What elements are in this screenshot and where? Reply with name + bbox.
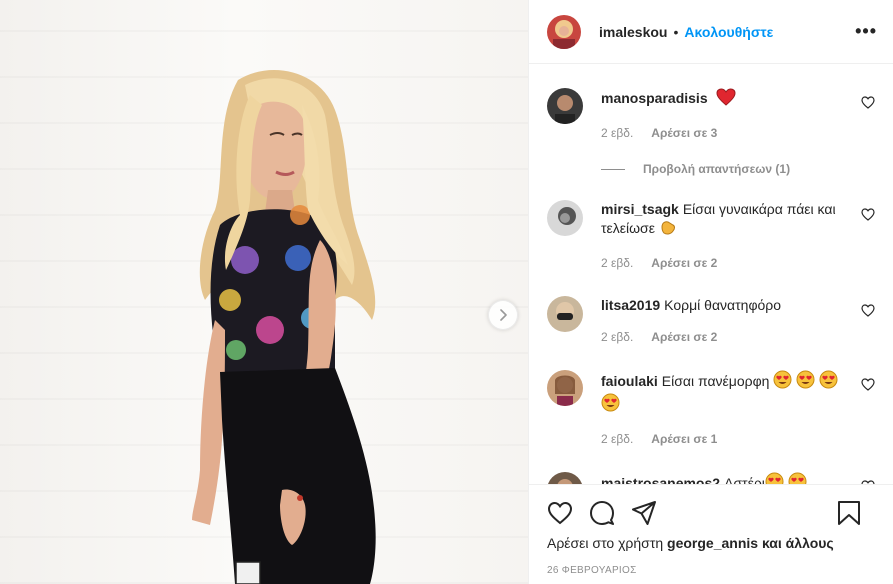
comment-body: mirsi_tsagk Είσαι γυναικάρα πάει και τελε… (601, 200, 841, 272)
view-replies-button[interactable]: Προβολή απαντήσεων (1) (601, 162, 877, 176)
ellipsis-icon[interactable]: ••• (855, 21, 877, 42)
comment-item: maistrosanemos2 Αστέρι (547, 448, 877, 484)
heart-eyes-emoji (796, 370, 815, 393)
red-heart-emoji (715, 88, 736, 110)
comment-like-heart-icon[interactable] (861, 96, 875, 112)
comment-item: litsa2019 Κορμί θανατηφόρο 2 εβδ. Αρέσει … (547, 272, 877, 346)
comment-item: mirsi_tsagk Είσαι γυναικάρα πάει και τελε… (547, 176, 877, 272)
heart-eyes-emoji (601, 393, 620, 416)
comment-like-heart-icon[interactable] (861, 208, 875, 224)
follow-button[interactable]: Ακολουθήστε (684, 24, 773, 40)
post-side-panel: imaleskou • Ακολουθήστε ••• manosparadis… (528, 0, 893, 584)
comment-likes[interactable]: Αρέσει σε 3 (651, 124, 717, 142)
comment-username[interactable]: manosparadisis (601, 90, 708, 106)
comment-like-heart-icon[interactable] (861, 480, 875, 484)
next-image-button[interactable] (488, 300, 518, 330)
heart-icon[interactable] (547, 501, 573, 525)
post-header: imaleskou • Ακολουθήστε ••• (529, 0, 893, 64)
heart-eyes-emoji (819, 370, 838, 393)
comment-body: maistrosanemos2 Αστέρι (601, 472, 841, 484)
paper-plane-icon[interactable] (631, 500, 657, 526)
replies-divider (601, 168, 625, 170)
comment-body: manosparadisis 2 εβδ. Αρέσει σε 3 (601, 88, 841, 142)
commenter-avatar[interactable] (547, 370, 583, 406)
photo-woman-illustration (192, 70, 376, 584)
comment-time[interactable]: 2 εβδ. (601, 254, 633, 272)
heart-eyes-emoji (765, 472, 784, 484)
comment-meta: 2 εβδ. Αρέσει σε 3 (601, 124, 841, 142)
post-photo[interactable] (0, 0, 528, 584)
likes-user-link[interactable]: george_annis (667, 535, 758, 551)
likes-others-link[interactable]: και άλλους (762, 535, 834, 551)
view-replies-label: Προβολή απαντήσεων (1) (643, 162, 791, 176)
comment-body: faioulaki Είσαι πανέμορφη 2 εβδ. Αρέσει σ… (601, 370, 841, 448)
instagram-post: imaleskou • Ακολουθήστε ••• manosparadis… (0, 0, 893, 584)
author-avatar[interactable] (547, 14, 581, 49)
bookmark-icon[interactable] (837, 500, 861, 526)
comment-time[interactable]: 2 εβδ. (601, 328, 633, 346)
header-separator: • (673, 23, 679, 40)
comment-like-heart-icon[interactable] (861, 378, 875, 394)
heart-eyes-emoji (788, 472, 807, 484)
action-bar (547, 485, 877, 541)
post-actions: Αρέσει στο χρήστη george_annis και άλλου… (529, 484, 893, 584)
comment-meta: 2 εβδ. Αρέσει σε 2 (601, 254, 841, 272)
heart-eyes-emoji (773, 370, 792, 393)
likes-prefix: Αρέσει στο χρήστη (547, 535, 664, 551)
comment-username[interactable]: faioulaki (601, 373, 658, 389)
comment-item: manosparadisis 2 εβδ. Αρέσει σε 3 (547, 64, 877, 142)
commenter-avatar[interactable] (547, 200, 583, 236)
comment-username[interactable]: mirsi_tsagk (601, 201, 679, 217)
commenter-avatar[interactable] (547, 88, 583, 124)
comment-likes[interactable]: Αρέσει σε 2 (651, 328, 717, 346)
author-username[interactable]: imaleskou (599, 24, 667, 40)
likes-summary: Αρέσει στο χρήστη george_annis και άλλου… (547, 535, 877, 551)
post-date[interactable]: 26 ΦΕΒΡΟΥΑΡΙΟΣ (547, 565, 877, 576)
comments-list[interactable]: manosparadisis 2 εβδ. Αρέσει σε 3 Προβολ… (529, 64, 893, 484)
comment-username[interactable]: litsa2019 (601, 297, 660, 313)
comment-text: Αστέρι (724, 475, 765, 484)
comment-item: faioulaki Είσαι πανέμορφη 2 εβδ. Αρέσει σ… (547, 346, 877, 448)
comment-text: Κορμί θανατηφόρο (664, 297, 782, 313)
comment-meta: 2 εβδ. Αρέσει σε 2 (601, 328, 841, 346)
comment-likes[interactable]: Αρέσει σε 1 (651, 430, 717, 448)
comment-username[interactable]: maistrosanemos2 (601, 475, 720, 484)
commenter-avatar[interactable] (547, 296, 583, 332)
commenter-avatar[interactable] (547, 472, 583, 484)
comment-body: litsa2019 Κορμί θανατηφόρο 2 εβδ. Αρέσει … (601, 296, 841, 346)
comment-like-heart-icon[interactable] (861, 304, 875, 320)
comment-text: Είσαι πανέμορφη (661, 373, 770, 389)
chevron-right-icon (500, 309, 507, 321)
clapping-hands-emoji (659, 218, 677, 240)
comment-time[interactable]: 2 εβδ. (601, 124, 633, 142)
comment-likes[interactable]: Αρέσει σε 2 (651, 254, 717, 272)
comment-meta: 2 εβδ. Αρέσει σε 1 (601, 430, 841, 448)
comment-time[interactable]: 2 εβδ. (601, 430, 633, 448)
comment-icon[interactable] (589, 500, 615, 526)
